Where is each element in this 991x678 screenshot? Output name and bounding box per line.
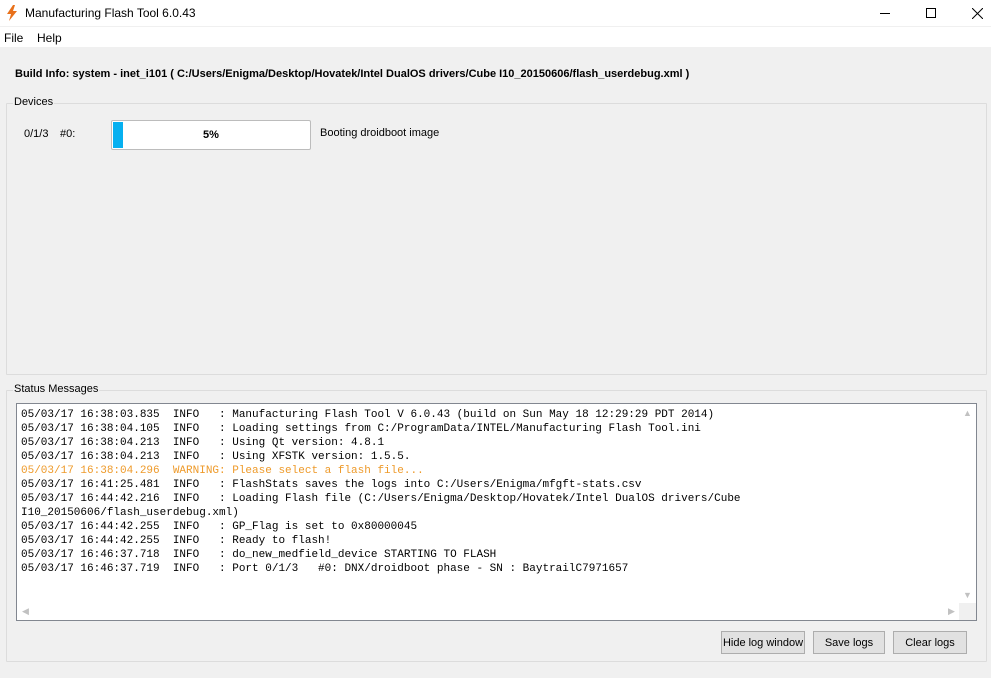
scroll-right-icon[interactable]: ▶: [943, 603, 960, 620]
menu-file[interactable]: File: [4, 31, 23, 45]
log-line: I10_20150606/flash_userdebug.xml): [21, 507, 239, 519]
status-messages-label: Status Messages: [13, 383, 100, 395]
progress-percent: 5%: [203, 129, 219, 141]
log-line: 05/03/17 16:38:04.213 INFO : Using XFSTK…: [21, 451, 411, 463]
menu-bar: File Help: [0, 27, 991, 47]
scroll-down-icon[interactable]: ▼: [959, 586, 976, 603]
log-line: 05/03/17 16:44:42.255 INFO : Ready to fl…: [21, 535, 332, 547]
log-line: 05/03/17 16:41:25.481 INFO : FlashStats …: [21, 479, 642, 491]
lightning-icon: [7, 5, 17, 21]
maximize-button[interactable]: [908, 0, 954, 26]
horizontal-scrollbar[interactable]: ◀ ▶: [17, 603, 960, 620]
log-line: 05/03/17 16:38:04.105 INFO : Loading set…: [21, 423, 701, 435]
log-line: 05/03/17 16:38:04.213 INFO : Using Qt ve…: [21, 437, 385, 449]
save-logs-button[interactable]: Save logs: [813, 631, 885, 654]
log-window[interactable]: 05/03/17 16:38:03.835 INFO : Manufacturi…: [16, 403, 977, 621]
minimize-button[interactable]: [862, 0, 908, 26]
minimize-icon: [880, 12, 890, 14]
menu-help[interactable]: Help: [37, 31, 62, 45]
scroll-up-icon[interactable]: ▲: [959, 404, 976, 421]
scroll-left-icon[interactable]: ◀: [17, 603, 34, 620]
log-line: 05/03/17 16:46:37.719 INFO : Port 0/1/3 …: [21, 563, 629, 575]
log-line: 05/03/17 16:44:42.216 INFO : Loading Fla…: [21, 493, 741, 505]
build-info: Build Info: system - inet_i101 ( C:/User…: [15, 68, 690, 80]
log-line: 05/03/17 16:44:42.255 INFO : GP_Flag is …: [21, 521, 418, 533]
devices-group-label: Devices: [13, 96, 55, 108]
hide-log-window-button[interactable]: Hide log window: [721, 631, 805, 654]
clear-logs-button[interactable]: Clear logs: [893, 631, 967, 654]
log-line: 05/03/17 16:38:04.296 WARNING: Please se…: [21, 465, 424, 477]
flash-progress-bar: 5%: [111, 120, 311, 150]
scroll-corner: [959, 603, 976, 620]
log-line: 05/03/17 16:38:03.835 INFO : Manufacturi…: [21, 409, 715, 421]
window-title: Manufacturing Flash Tool 6.0.43: [25, 6, 196, 20]
close-icon: [971, 7, 983, 19]
log-line: 05/03/17 16:46:37.718 INFO : do_new_medf…: [21, 549, 497, 561]
log-text: 05/03/17 16:38:03.835 INFO : Manufacturi…: [21, 408, 959, 602]
device-status: Booting droidboot image: [320, 127, 440, 139]
vertical-scrollbar[interactable]: ▲ ▼: [959, 404, 976, 603]
device-port: 0/1/3: [24, 128, 49, 140]
title-bar: Manufacturing Flash Tool 6.0.43: [0, 0, 991, 26]
device-number: #0:: [60, 128, 76, 140]
close-button[interactable]: [954, 0, 991, 26]
maximize-icon: [926, 8, 936, 18]
